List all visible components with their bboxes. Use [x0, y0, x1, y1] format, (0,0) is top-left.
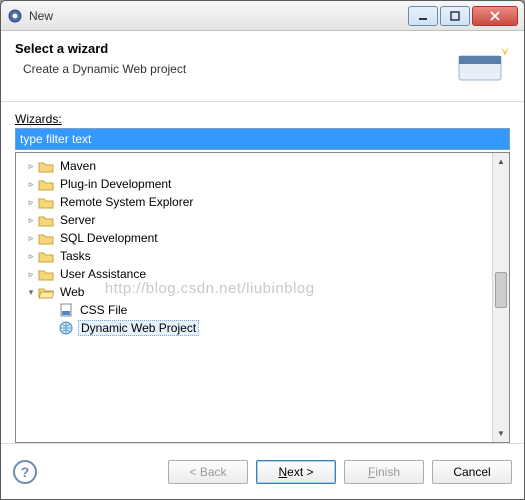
tree-item-label: Tasks — [58, 249, 93, 263]
folder-icon — [38, 159, 54, 173]
cancel-button[interactable]: Cancel — [432, 460, 512, 484]
expand-arrow-icon[interactable]: ▹ — [24, 161, 38, 172]
expand-arrow-icon[interactable]: ▹ — [24, 233, 38, 244]
maximize-button[interactable] — [440, 6, 470, 26]
folder-icon — [38, 267, 54, 281]
header-text: Select a wizard Create a Dynamic Web pro… — [15, 41, 454, 87]
minimize-button[interactable] — [408, 6, 438, 26]
tree-item-label: Web — [58, 285, 86, 299]
folder-icon — [38, 249, 54, 263]
titlebar[interactable]: New — [1, 1, 524, 31]
tree-item-label: Remote System Explorer — [58, 195, 195, 209]
tree-item[interactable]: ▹ SQL Development — [16, 229, 492, 247]
help-button[interactable]: ? — [13, 460, 37, 484]
tree-item-label: Dynamic Web Project — [78, 320, 199, 336]
finish-button[interactable]: Finish — [344, 460, 424, 484]
back-button[interactable]: < Back — [168, 460, 248, 484]
wizard-header: Select a wizard Create a Dynamic Web pro… — [1, 31, 524, 102]
filter-input[interactable] — [15, 128, 510, 150]
tree-item[interactable]: ▹ User Assistance — [16, 265, 492, 283]
folder-icon — [38, 231, 54, 245]
tree-item-label: User Assistance — [58, 267, 148, 281]
scroll-up-button[interactable]: ▲ — [493, 153, 509, 170]
tree-item-label: SQL Development — [58, 231, 160, 245]
vertical-scrollbar[interactable]: ▲ ▼ — [492, 153, 509, 442]
tree-item-label: Server — [58, 213, 97, 227]
button-bar: ? < Back Next > Finish Cancel — [1, 443, 524, 499]
dialog-window: New Select a wizard Create a Dynamic Web… — [0, 0, 525, 500]
scroll-down-button[interactable]: ▼ — [493, 425, 509, 442]
header-description: Create a Dynamic Web project — [23, 62, 454, 76]
expand-arrow-icon[interactable]: ▹ — [24, 251, 38, 262]
folder-open-icon — [38, 285, 54, 299]
scroll-thumb[interactable] — [495, 272, 507, 308]
tree-container: ▹ Maven ▹ Plug-in Development ▹ Remote System… — [15, 152, 510, 443]
tree-item-label: Plug-in Development — [58, 177, 173, 191]
window-title: New — [29, 9, 408, 23]
folder-icon — [38, 177, 54, 191]
tree-item[interactable]: ▹ Server — [16, 211, 492, 229]
tree-item[interactable]: ▹ Remote System Explorer — [16, 193, 492, 211]
collapse-arrow-icon[interactable]: ▾ — [24, 287, 38, 298]
tree-item[interactable]: ▹ Maven — [16, 157, 492, 175]
window-controls — [408, 6, 518, 26]
app-icon — [7, 8, 23, 24]
next-button[interactable]: Next > — [256, 460, 336, 484]
content-area: Wizards: ▹ Maven ▹ Plug-in Development ▹ Remo… — [1, 102, 524, 443]
expand-arrow-icon[interactable]: ▹ — [24, 179, 38, 190]
expand-arrow-icon[interactable]: ▹ — [24, 215, 38, 226]
close-button[interactable] — [472, 6, 518, 26]
wizard-tree[interactable]: ▹ Maven ▹ Plug-in Development ▹ Remote System… — [16, 153, 492, 442]
folder-icon — [38, 213, 54, 227]
folder-icon — [38, 195, 54, 209]
tree-item-label: Maven — [58, 159, 98, 173]
tree-item[interactable]: Dynamic Web Project — [16, 319, 492, 337]
css-file-icon — [58, 303, 74, 317]
web-project-icon — [58, 321, 74, 335]
tree-item[interactable]: ▹ Tasks — [16, 247, 492, 265]
header-title: Select a wizard — [15, 41, 454, 56]
expand-arrow-icon[interactable]: ▹ — [24, 197, 38, 208]
expand-arrow-icon[interactable]: ▹ — [24, 269, 38, 280]
tree-item[interactable]: CSS File — [16, 301, 492, 319]
tree-item[interactable]: ▹ Plug-in Development — [16, 175, 492, 193]
tree-item[interactable]: ▾ Web — [16, 283, 492, 301]
tree-item-label: CSS File — [78, 303, 129, 317]
wizards-label: Wizards: — [15, 112, 510, 126]
wizard-banner-icon — [454, 41, 510, 87]
scroll-track[interactable] — [493, 170, 509, 425]
